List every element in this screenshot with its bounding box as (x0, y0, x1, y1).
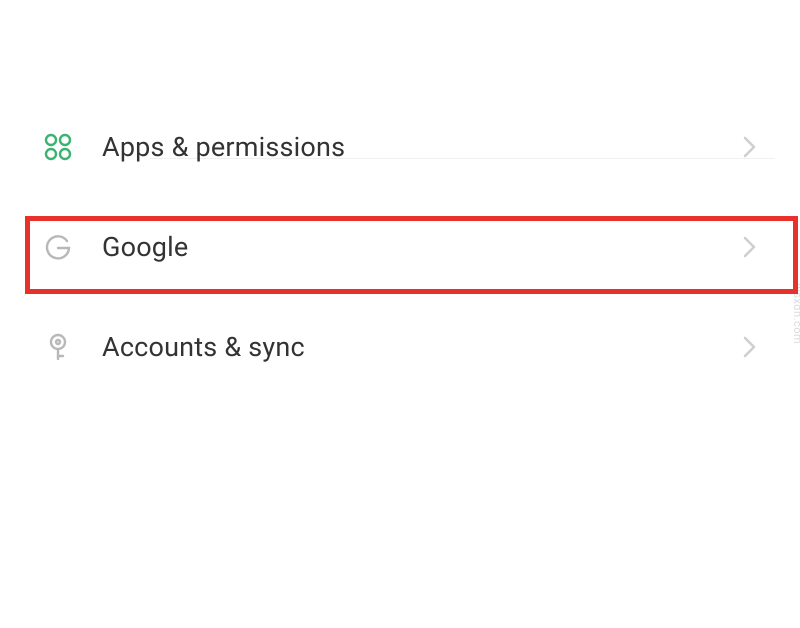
settings-item-google[interactable]: Google (0, 208, 800, 286)
key-icon (42, 331, 74, 363)
apps-grid-icon (42, 131, 74, 163)
settings-item-apps-permissions[interactable]: Apps & permissions (0, 108, 800, 186)
chevron-right-icon (740, 237, 760, 257)
settings-item-label: Accounts & sync (102, 331, 740, 363)
chevron-right-icon (740, 337, 760, 357)
settings-list: Apps & permissions Google (0, 108, 800, 386)
settings-item-accounts-sync[interactable]: Accounts & sync (0, 308, 800, 386)
google-g-icon (42, 231, 74, 263)
chevron-right-icon (740, 137, 760, 157)
watermark-text: wsxdn.com (792, 284, 800, 345)
settings-item-label: Apps & permissions (102, 131, 740, 163)
settings-item-label: Google (102, 231, 740, 263)
